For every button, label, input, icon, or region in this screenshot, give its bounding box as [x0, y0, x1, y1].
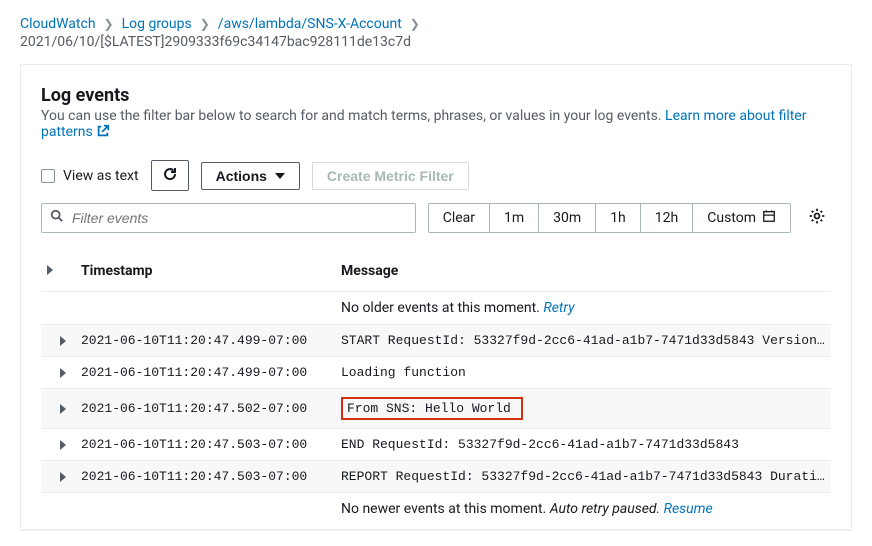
cell-message: END RequestId: 53327f9d-2cc6-41ad-a1b7-7… — [341, 437, 827, 452]
gear-icon — [808, 207, 826, 229]
log-events-panel: Log events You can use the filter bar be… — [20, 64, 852, 530]
cell-message: Loading function — [341, 365, 827, 380]
filter-events-input[interactable] — [72, 210, 407, 226]
settings-button[interactable] — [803, 203, 831, 233]
cell-timestamp: 2021-06-10T11:20:47.503-07:00 — [81, 469, 341, 484]
calendar-icon — [762, 209, 776, 227]
chevron-right-icon: ❯ — [200, 17, 210, 31]
time-range-group: Clear 1m 30m 1h 12h Custom — [428, 203, 791, 233]
table-row: 2021-06-10T11:20:47.499-07:00 START Requ… — [41, 325, 831, 357]
actions-button[interactable]: Actions — [201, 162, 300, 190]
create-metric-filter-button[interactable]: Create Metric Filter — [312, 162, 469, 190]
expand-row-toggle[interactable] — [45, 440, 81, 450]
subtitle-text: You can use the filter bar below to sear… — [41, 108, 665, 124]
panel-title: Log events — [41, 85, 831, 106]
chevron-right-icon: ❯ — [104, 17, 114, 31]
cell-timestamp: 2021-06-10T11:20:47.499-07:00 — [81, 333, 341, 348]
expand-row-toggle[interactable] — [45, 336, 81, 346]
retry-older-link[interactable]: Retry — [543, 300, 574, 316]
chevron-right-icon: ❯ — [410, 17, 420, 31]
cell-message: From SNS: Hello World — [341, 397, 827, 420]
expand-row-toggle[interactable] — [45, 472, 81, 482]
expand-row-toggle[interactable] — [45, 368, 81, 378]
table-row: 2021-06-10T11:20:47.503-07:00 REPORT Req… — [41, 461, 831, 493]
range-1h-button[interactable]: 1h — [595, 204, 640, 232]
view-as-text-label: View as text — [63, 168, 139, 184]
refresh-icon — [162, 166, 178, 185]
highlighted-message: From SNS: Hello World — [341, 397, 523, 420]
range-12h-button[interactable]: 12h — [640, 204, 692, 232]
search-icon — [50, 209, 64, 227]
table-row: 2021-06-10T11:20:47.499-07:00 Loading fu… — [41, 357, 831, 389]
external-link-icon — [96, 124, 110, 142]
breadcrumb-link[interactable]: /aws/lambda/SNS-X-Account — [218, 16, 402, 32]
expand-row-toggle[interactable] — [45, 404, 81, 414]
breadcrumb-link[interactable]: CloudWatch — [20, 16, 96, 32]
col-header-message: Message — [341, 263, 827, 279]
cell-message: START RequestId: 53327f9d-2cc6-41ad-a1b7… — [341, 333, 827, 348]
no-older-events-text: No older events at this moment. Retry — [341, 300, 827, 316]
no-newer-events-text: No newer events at this moment. Auto ret… — [341, 501, 827, 517]
breadcrumb-current: 2021/06/10/[$LATEST]2909333f69c34147bac9… — [20, 34, 411, 50]
col-header-timestamp: Timestamp — [81, 263, 341, 279]
breadcrumb: CloudWatch ❯ Log groups ❯ /aws/lambda/SN… — [20, 16, 852, 32]
cell-message: REPORT RequestId: 53327f9d-2cc6-41ad-a1b… — [341, 469, 827, 484]
range-custom-button[interactable]: Custom — [692, 204, 790, 232]
table-row: 2021-06-10T11:20:47.502-07:00 From SNS: … — [41, 389, 831, 429]
filter-input-wrap[interactable] — [41, 203, 416, 233]
caret-down-icon — [275, 173, 285, 179]
resume-autoretry-link[interactable]: Resume — [664, 501, 713, 517]
cell-timestamp: 2021-06-10T11:20:47.502-07:00 — [81, 401, 341, 416]
cell-timestamp: 2021-06-10T11:20:47.503-07:00 — [81, 437, 341, 452]
view-as-text-checkbox[interactable] — [41, 169, 55, 183]
range-1m-button[interactable]: 1m — [489, 204, 538, 232]
clear-range-button[interactable]: Clear — [429, 204, 489, 232]
panel-subtitle: You can use the filter bar below to sear… — [41, 108, 831, 142]
refresh-button[interactable] — [151, 160, 189, 191]
expand-all-toggle[interactable] — [45, 263, 81, 279]
log-events-table: Timestamp Message No older events at thi… — [41, 255, 831, 525]
cell-timestamp: 2021-06-10T11:20:47.499-07:00 — [81, 365, 341, 380]
table-row: 2021-06-10T11:20:47.503-07:00 END Reques… — [41, 429, 831, 461]
breadcrumb-link[interactable]: Log groups — [122, 16, 192, 32]
range-30m-button[interactable]: 30m — [538, 204, 595, 232]
